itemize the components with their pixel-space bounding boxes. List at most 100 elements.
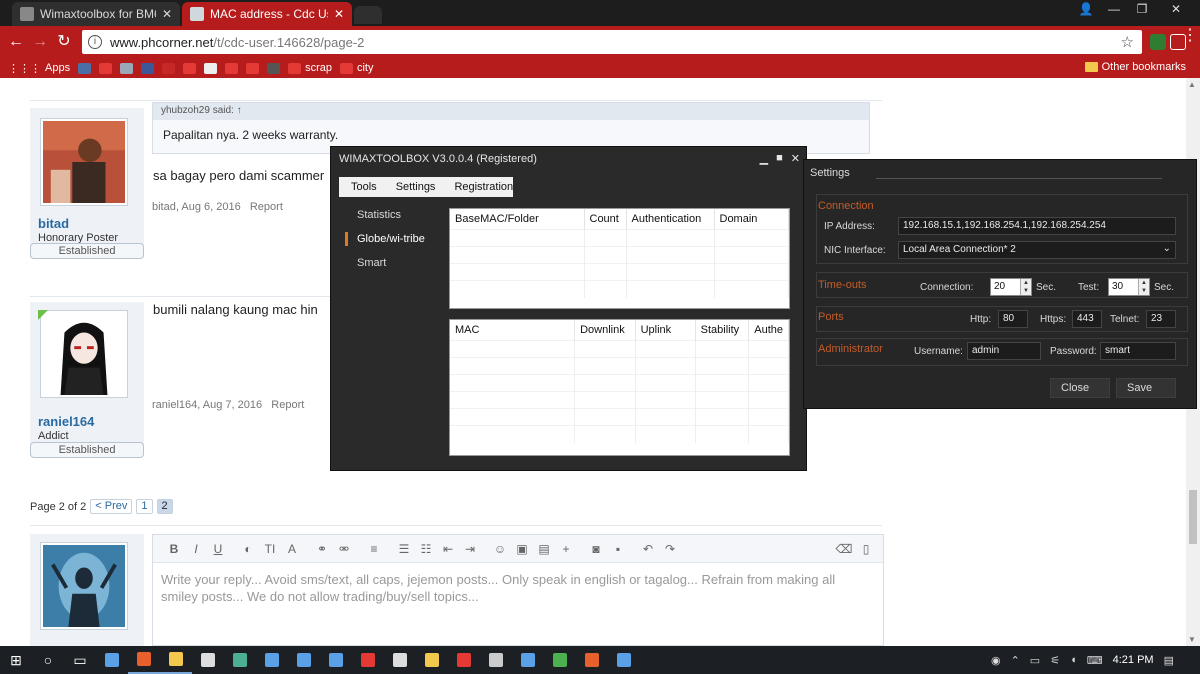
- avatar[interactable]: [40, 118, 128, 206]
- close-button[interactable]: Close: [1050, 378, 1110, 398]
- bookmark-item[interactable]: [162, 62, 176, 74]
- bookmark-item[interactable]: [225, 62, 239, 74]
- bookmark-item[interactable]: [183, 62, 197, 74]
- numbered-list-icon[interactable]: ☷: [415, 540, 437, 558]
- bookmark-star-icon[interactable]: ☆: [1121, 33, 1134, 51]
- page-2-button[interactable]: 2: [156, 499, 173, 514]
- bookmark-apps[interactable]: ⋮⋮⋮ Apps: [8, 62, 70, 75]
- image-icon[interactable]: ▣: [511, 540, 533, 558]
- camera-icon[interactable]: ◙: [585, 540, 607, 558]
- connection-timeout-stepper[interactable]: 20 ▲ ▼: [990, 278, 1032, 296]
- table-row[interactable]: [450, 391, 789, 409]
- column-header[interactable]: Uplink: [635, 320, 696, 341]
- ip-address-field[interactable]: 192.168.15.1,192.168.254.1,192.168.254.2…: [898, 217, 1176, 235]
- test-timeout-stepper[interactable]: 30 ▲ ▼: [1108, 278, 1150, 296]
- taskbar-app-icon[interactable]: [192, 646, 224, 674]
- telnet-port-field[interactable]: 23: [1146, 310, 1176, 328]
- table-row[interactable]: [450, 263, 789, 281]
- align-icon[interactable]: ≡: [363, 540, 385, 558]
- bookmark-city[interactable]: city: [339, 62, 373, 74]
- column-header[interactable]: Domain: [714, 209, 789, 230]
- font-family-icon[interactable]: A: [281, 540, 303, 558]
- taskbar-app-icon[interactable]: [160, 646, 192, 674]
- bookmark-item[interactable]: [267, 62, 281, 74]
- bullet-list-icon[interactable]: ☰: [393, 540, 415, 558]
- bookmark-scrap[interactable]: scrap: [288, 62, 332, 74]
- bookmark-item[interactable]: [78, 62, 92, 74]
- taskbar-app-icon[interactable]: [480, 646, 512, 674]
- table-row[interactable]: [450, 408, 789, 426]
- username[interactable]: bitad: [38, 216, 69, 231]
- scroll-up-icon[interactable]: ▲: [1188, 80, 1196, 89]
- post-date[interactable]: raniel164, Aug 7, 2016: [152, 399, 262, 411]
- eraser-icon[interactable]: ⌫: [833, 540, 855, 558]
- new-tab-button[interactable]: [354, 6, 382, 24]
- report-link[interactable]: Report: [250, 201, 283, 213]
- taskbar-app-icon[interactable]: [544, 646, 576, 674]
- menu-tools[interactable]: Tools: [339, 181, 384, 193]
- font-size-icon[interactable]: TI: [259, 540, 281, 558]
- back-arrow-icon[interactable]: ←: [6, 32, 26, 52]
- taskbar-app-icon[interactable]: [96, 646, 128, 674]
- save-button[interactable]: Save: [1116, 378, 1176, 398]
- source-toggle-icon[interactable]: ▯: [855, 540, 877, 558]
- close-icon[interactable]: ✕: [791, 152, 800, 165]
- mac-grid[interactable]: MAC Downlink Uplink Stability Authe: [449, 319, 790, 456]
- http-port-field[interactable]: 80: [998, 310, 1028, 328]
- bookmark-item[interactable]: [99, 62, 113, 74]
- chrome-menu-icon[interactable]: ⋮: [1182, 28, 1198, 44]
- avatar[interactable]: [40, 310, 128, 398]
- wifi-icon[interactable]: ⚟: [1050, 654, 1060, 667]
- other-bookmarks[interactable]: Other bookmarks: [1084, 61, 1186, 73]
- volume-icon[interactable]: ◖: [1070, 654, 1077, 666]
- maximize-icon[interactable]: ■: [776, 152, 783, 165]
- outdent-icon[interactable]: ⇤: [437, 540, 459, 558]
- link-icon[interactable]: ⚭: [311, 540, 333, 558]
- table-row[interactable]: [450, 425, 789, 443]
- column-header[interactable]: BaseMAC/Folder: [450, 209, 585, 230]
- maximize-icon[interactable]: ❐: [1128, 0, 1156, 18]
- https-port-field[interactable]: 443: [1072, 310, 1102, 328]
- redo-icon[interactable]: ↷: [659, 540, 681, 558]
- bold-icon[interactable]: B: [163, 540, 185, 558]
- table-row[interactable]: [450, 374, 789, 392]
- column-header[interactable]: Authentication: [626, 209, 715, 230]
- taskbar-app-icon[interactable]: [256, 646, 288, 674]
- site-info-icon[interactable]: i: [88, 35, 102, 49]
- reply-textarea[interactable]: Write your reply... Avoid sms/text, all …: [153, 563, 883, 613]
- media-icon[interactable]: ▤: [533, 540, 555, 558]
- page-1-button[interactable]: 1: [136, 499, 153, 514]
- username-field[interactable]: admin: [967, 342, 1041, 360]
- quote-author[interactable]: yhubzoh29 said: ↑: [153, 103, 869, 120]
- bookmark-item[interactable]: [141, 62, 155, 74]
- report-link[interactable]: Report: [271, 399, 304, 411]
- taskbar-app-icon[interactable]: [384, 646, 416, 674]
- profile-icon[interactable]: 👤: [1072, 0, 1100, 18]
- address-bar[interactable]: i www.phcorner.net/t/cdc-user.146628/pag…: [82, 30, 1142, 54]
- tab-close-icon[interactable]: ✕: [162, 7, 172, 21]
- undo-icon[interactable]: ↶: [637, 540, 659, 558]
- menu-registration[interactable]: Registration: [442, 181, 520, 193]
- clock[interactable]: 4:21 PM: [1113, 654, 1154, 666]
- post-date[interactable]: bitad, Aug 6, 2016: [152, 201, 241, 213]
- stepper-arrows-icon[interactable]: ▲ ▼: [1138, 279, 1149, 295]
- nic-interface-select[interactable]: Local Area Connection* 2 ⌄: [898, 241, 1176, 259]
- table-row[interactable]: [450, 340, 789, 358]
- task-view-icon[interactable]: ▭: [64, 646, 96, 674]
- underline-icon[interactable]: U: [207, 540, 229, 558]
- column-header[interactable]: Count: [584, 209, 627, 230]
- avatar[interactable]: [40, 542, 128, 630]
- scrollbar-thumb[interactable]: [1189, 490, 1197, 544]
- tray-expand-icon[interactable]: ⌃: [1011, 654, 1020, 667]
- network-status-icon[interactable]: ◉: [991, 654, 1001, 667]
- unlink-icon[interactable]: ⚮: [333, 540, 355, 558]
- sidebar-item-globe-witribe[interactable]: Globe/wi-tribe: [339, 227, 445, 251]
- bookmark-item[interactable]: [120, 62, 134, 74]
- table-row[interactable]: [450, 357, 789, 375]
- taskbar-app-icon[interactable]: [608, 646, 640, 674]
- taskbar-app-icon[interactable]: [320, 646, 352, 674]
- stepper-arrows-icon[interactable]: ▲ ▼: [1020, 279, 1031, 295]
- tab-wimaxtoolbox[interactable]: Wimaxtoolbox for BM62 ✕: [12, 2, 180, 26]
- sidebar-item-smart[interactable]: Smart: [339, 251, 445, 275]
- password-field[interactable]: smart: [1100, 342, 1176, 360]
